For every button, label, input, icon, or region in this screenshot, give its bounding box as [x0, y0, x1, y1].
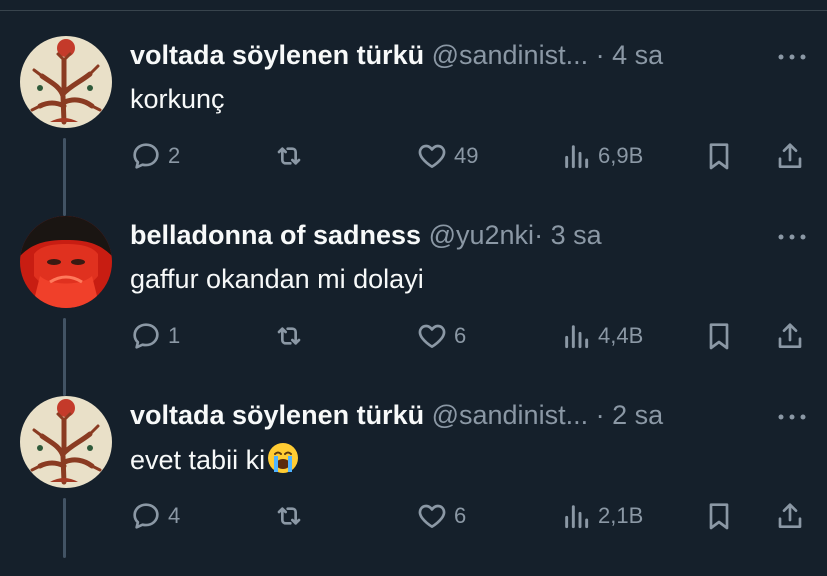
- avatar[interactable]: [20, 216, 112, 308]
- retweet-button[interactable]: [273, 496, 305, 536]
- share-button[interactable]: [774, 136, 806, 176]
- tweet-text-content: korkunç: [130, 84, 225, 114]
- user-handle[interactable]: @yu2nki: [429, 220, 534, 250]
- bookmark-button[interactable]: [703, 316, 735, 356]
- more-icon[interactable]: [775, 230, 809, 244]
- reply-icon: [130, 140, 162, 172]
- tweet[interactable]: belladonna of sadness @yu2nki· 3 sa gaff…: [0, 216, 827, 396]
- tweet-text-content: evet tabii ki: [130, 445, 266, 475]
- like-count: 49: [454, 143, 479, 168]
- user-handle[interactable]: @sandinist...: [432, 40, 588, 70]
- timestamp[interactable]: 2 sa: [612, 400, 663, 430]
- reply-icon: [130, 320, 162, 352]
- like-count: 6: [454, 503, 467, 528]
- bookmark-icon: [703, 500, 735, 532]
- display-name[interactable]: voltada söylenen türkü: [130, 400, 424, 430]
- reply-count: 1: [168, 323, 181, 348]
- reply-button[interactable]: 1: [130, 316, 180, 356]
- view-count: 4,4B: [598, 323, 644, 348]
- share-button[interactable]: [774, 316, 806, 356]
- reply-count: 4: [168, 503, 181, 528]
- crying-face-emoji: [267, 442, 299, 474]
- avatar[interactable]: [20, 36, 112, 128]
- reply-count: 2: [168, 143, 181, 168]
- views-icon: [560, 320, 592, 352]
- like-button[interactable]: 49: [416, 136, 478, 176]
- share-icon: [774, 500, 806, 532]
- top-divider: [0, 10, 827, 11]
- tweet-text: gaffur okandan mi dolayi: [130, 262, 424, 296]
- tweet-header: belladonna of sadness @yu2nki· 3 sa: [130, 218, 602, 252]
- views-icon: [560, 140, 592, 172]
- reply-button[interactable]: 2: [130, 136, 180, 176]
- tweet-header: voltada söylenen türkü @sandinist... · 4…: [130, 38, 663, 72]
- views-button[interactable]: 2,1B: [560, 496, 643, 536]
- like-button[interactable]: 6: [416, 496, 466, 536]
- tweet-text: korkunç: [130, 82, 225, 116]
- separator-dot: ·: [534, 220, 544, 250]
- action-bar: 1 6 4,4B: [0, 316, 827, 356]
- user-handle[interactable]: @sandinist...: [432, 400, 588, 430]
- tweet-text-content: gaffur okandan mi dolayi: [130, 264, 424, 294]
- views-icon: [560, 500, 592, 532]
- display-name[interactable]: voltada söylenen türkü: [130, 40, 424, 70]
- bookmark-button[interactable]: [703, 496, 735, 536]
- retweet-icon: [273, 500, 305, 532]
- retweet-button[interactable]: [273, 136, 305, 176]
- tweet[interactable]: voltada söylenen türkü @sandinist... · 2…: [0, 396, 827, 576]
- share-icon: [774, 320, 806, 352]
- timestamp[interactable]: 4 sa: [612, 40, 663, 70]
- separator-dot: ·: [595, 40, 605, 70]
- timestamp[interactable]: 3 sa: [551, 220, 602, 250]
- action-bar: 2 49 6,9B: [0, 136, 827, 176]
- reply-button[interactable]: 4: [130, 496, 180, 536]
- view-count: 6,9B: [598, 143, 644, 168]
- views-button[interactable]: 4,4B: [560, 316, 643, 356]
- retweet-icon: [273, 320, 305, 352]
- action-bar: 4 6 2,1B: [0, 496, 827, 536]
- share-icon: [774, 140, 806, 172]
- bookmark-icon: [703, 320, 735, 352]
- tree-illustration-avatar: [20, 396, 112, 488]
- tree-illustration-avatar: [20, 36, 112, 128]
- tweet-text: evet tabii ki: [130, 442, 299, 477]
- heart-icon: [416, 140, 448, 172]
- bookmark-icon: [703, 140, 735, 172]
- view-count: 2,1B: [598, 503, 644, 528]
- tweet-header: voltada söylenen türkü @sandinist... · 2…: [130, 398, 663, 432]
- display-name[interactable]: belladonna of sadness: [130, 220, 421, 250]
- avatar[interactable]: [20, 396, 112, 488]
- share-button[interactable]: [774, 496, 806, 536]
- reply-icon: [130, 500, 162, 532]
- views-button[interactable]: 6,9B: [560, 136, 643, 176]
- like-count: 6: [454, 323, 467, 348]
- retweet-button[interactable]: [273, 316, 305, 356]
- bookmark-button[interactable]: [703, 136, 735, 176]
- heart-icon: [416, 320, 448, 352]
- more-icon[interactable]: [775, 410, 809, 424]
- retweet-icon: [273, 140, 305, 172]
- tweet[interactable]: voltada söylenen türkü @sandinist... · 4…: [0, 36, 827, 216]
- like-button[interactable]: 6: [416, 316, 466, 356]
- separator-dot: ·: [595, 400, 605, 430]
- red-face-avatar: [20, 216, 112, 308]
- more-icon[interactable]: [775, 50, 809, 64]
- heart-icon: [416, 500, 448, 532]
